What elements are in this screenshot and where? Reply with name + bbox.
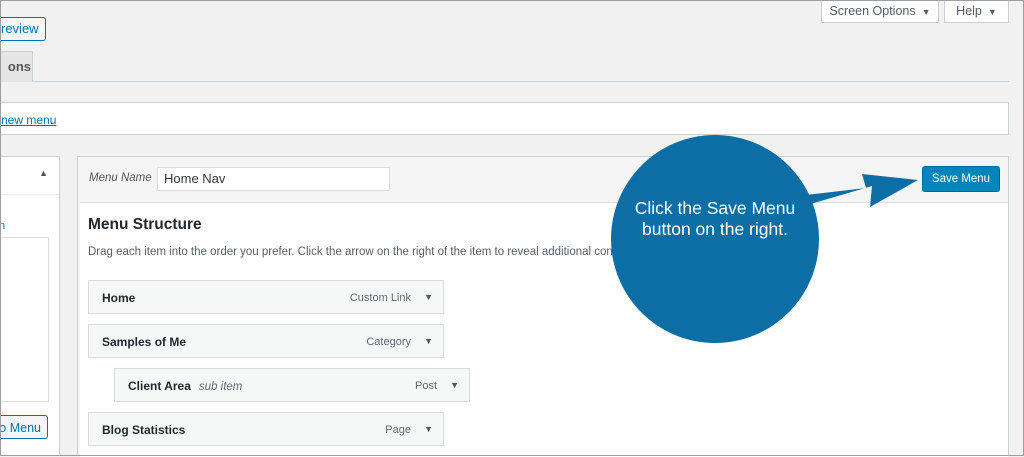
preview-button[interactable]: review [0,17,46,41]
accordion-header[interactable]: ▲ [0,157,59,195]
caret-up-icon[interactable]: ▲ [39,168,48,178]
callout-line-2: button on the right. [642,219,788,239]
add-to-menu-button[interactable]: o Menu [0,415,48,439]
caret-down-icon: ▼ [987,7,997,17]
menu-name-label: Menu Name [89,172,152,184]
view-all-link[interactable]: n [0,220,5,232]
help-toggle[interactable]: Help ▼ [944,0,1009,23]
screen-options-label: Screen Options [829,4,916,18]
caret-down-icon: ▼ [921,7,931,17]
menu-structure-title: Menu Structure [88,216,202,233]
item-checklist[interactable] [0,237,49,402]
menu-item-title: Samples of Me [102,335,187,349]
callout-line-1: Click the Save Menu [634,198,796,218]
create-new-menu-link[interactable]: new menu [1,113,56,127]
add-menu-items-panel: ▲ n [0,156,60,456]
menu-item-samples-of-me[interactable]: Samples of Me Category ▼ [88,324,444,358]
sub-item-label: sub item [198,381,243,393]
save-menu-button[interactable]: Save Menu [922,166,1000,192]
callout-bubble: Click the Save Menu button on the right. [611,135,819,343]
screen-options-toggle[interactable]: Screen Options ▼ [821,0,939,23]
expand-arrow-icon[interactable]: ▼ [450,380,459,390]
menu-item-home[interactable]: Home Custom Link ▼ [88,280,444,314]
menu-item-title: Home [102,291,136,305]
menu-item-title: Client Area sub item [128,379,243,393]
help-label: Help [956,4,982,18]
expand-arrow-icon[interactable]: ▼ [424,424,433,434]
callout-text: Click the Save Menu button on the right. [611,198,819,240]
menu-item-title: Blog Statistics [102,423,186,437]
menu-item-type: Custom Link [349,292,411,304]
menu-structure-description: Drag each item into the order you prefer… [88,246,628,258]
menu-item-client-area[interactable]: Client Area sub item Post ▼ [114,368,470,402]
tab-edit-menus[interactable]: ons [0,51,33,82]
expand-arrow-icon[interactable]: ▼ [424,336,433,346]
notice-suffix: . [50,113,54,127]
menu-item-type: Page [385,424,411,436]
menu-item-type: Post [414,380,437,392]
menu-name-input[interactable]: Home Nav [157,167,390,191]
menu-item-blog-statistics[interactable]: Blog Statistics Page ▼ [88,412,444,446]
menu-item-type: Category [366,336,411,348]
expand-arrow-icon[interactable]: ▼ [424,292,433,302]
nav-tab-divider [0,81,1009,82]
manage-menus-notice: new menu . [0,102,1009,135]
